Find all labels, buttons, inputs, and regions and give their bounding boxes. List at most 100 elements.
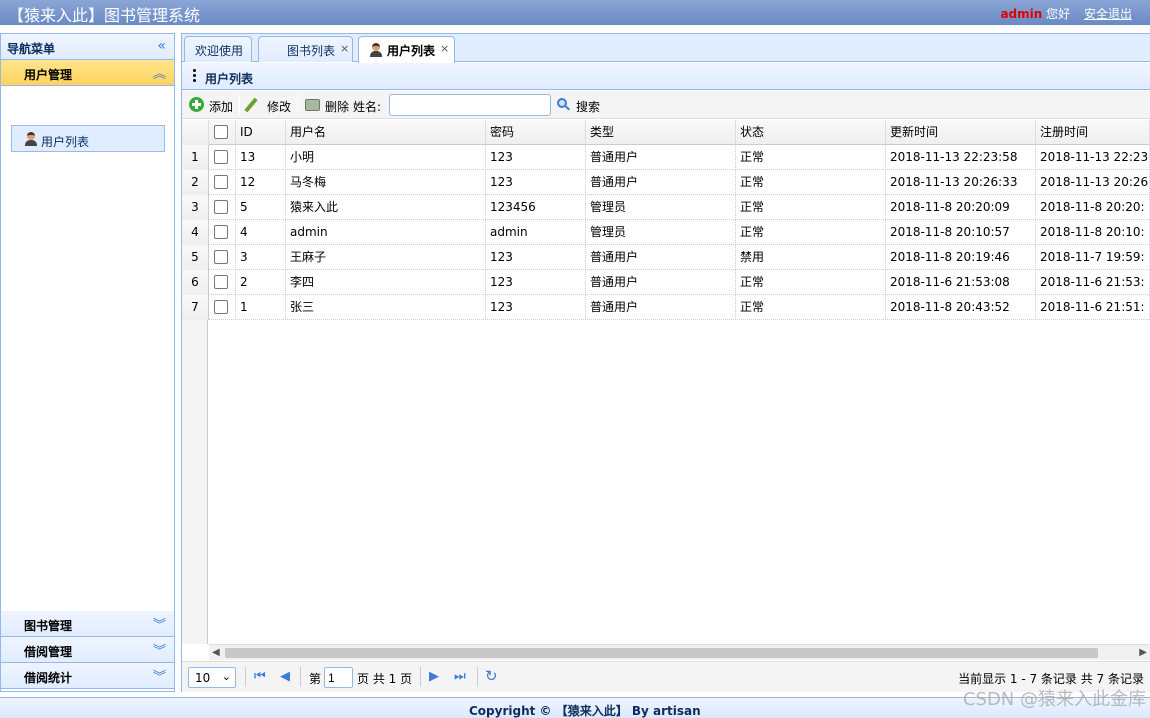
cell-updated: 2018-11-8 20:10:57 (886, 220, 1036, 245)
refresh-icon[interactable]: ↻ (485, 667, 498, 685)
row-number: 2 (182, 170, 209, 195)
edit-button[interactable]: 修改 (244, 97, 295, 115)
select-all-cell (209, 120, 236, 145)
table-row[interactable]: 1 13 小明 123 普通用户 正常 2018-11-13 22:23:58 2018-11… (182, 145, 1150, 170)
cell-status: 正常 (736, 195, 886, 220)
page-number-input[interactable] (324, 667, 353, 688)
nav-section-borrow-statistics[interactable]: 借阅统计 ︾ (1, 663, 174, 689)
column-header-username[interactable]: 用户名 (286, 120, 486, 145)
page-total-text: 页 共 1 页 (357, 672, 413, 686)
panel-title: 用户列表 (205, 72, 254, 86)
main-area: 欢迎使用 图书列表 × 用户列表 × 用户列表 添加 修改 删除 姓名: 搜索 … (181, 33, 1150, 692)
cell-type: 普通用户 (586, 145, 736, 170)
cell-registered: 2018-11-7 19:59: (1036, 245, 1150, 270)
cell-type: 管理员 (586, 220, 736, 245)
row-checkbox[interactable] (214, 299, 228, 314)
column-header-password[interactable]: 密码 (486, 120, 586, 145)
last-page-icon[interactable]: ⏭ (454, 669, 466, 684)
tab-book-list[interactable]: 图书列表 × (258, 36, 353, 62)
tab-welcome[interactable]: 欢迎使用 (184, 36, 252, 62)
delete-button[interactable]: 删除 (305, 97, 351, 115)
horizontal-scrollbar[interactable]: ◀ ▶ (209, 644, 1150, 660)
scroll-left-icon[interactable]: ◀ (212, 647, 220, 658)
table-row[interactable]: 6 2 李四 123 普通用户 正常 2018-11-6 21:53:08 2018-11-6… (182, 270, 1150, 295)
cell-password: 123 (486, 295, 586, 320)
tab-user-list[interactable]: 用户列表 × (358, 36, 455, 63)
pager-divider (477, 667, 478, 687)
name-label: 姓名: (353, 100, 382, 114)
nav-section-user-management[interactable]: 用户管理 ︽ (1, 60, 174, 86)
chevron-down-icon[interactable]: ︾ (153, 640, 166, 659)
table-row[interactable]: 2 12 马冬梅 123 普通用户 正常 2018-11-13 20:26:33 2018-1… (182, 170, 1150, 195)
first-page-icon[interactable]: ⏮ (254, 669, 266, 684)
scroll-right-icon[interactable]: ▶ (1139, 647, 1147, 658)
nav-section-label: 图书管理 (24, 619, 73, 633)
column-header-status[interactable]: 状态 (736, 120, 886, 145)
nav-header: 导航菜单 « (1, 34, 174, 60)
cell-updated: 2018-11-8 20:19:46 (886, 245, 1036, 270)
cell-id: 3 (236, 245, 286, 270)
logout-link[interactable]: 安全退出 (1084, 7, 1132, 21)
row-checkbox[interactable] (214, 224, 228, 239)
nav-section-borrow-management[interactable]: 借阅管理 ︾ (1, 637, 174, 663)
cell-status: 禁用 (736, 245, 886, 270)
cell-updated: 2018-11-6 21:53:08 (886, 270, 1036, 295)
page-size-select[interactable]: 10 ⌄ (188, 667, 236, 688)
column-header-type[interactable]: 类型 (586, 120, 736, 145)
row-checkbox[interactable] (214, 149, 228, 164)
row-select-cell (209, 145, 236, 170)
cell-status: 正常 (736, 270, 886, 295)
cell-registered: 2018-11-6 21:51: (1036, 295, 1150, 320)
cell-updated: 2018-11-13 20:26:33 (886, 170, 1036, 195)
name-search-input[interactable] (389, 94, 551, 116)
cell-username: 猿来入此 (286, 195, 486, 220)
row-select-cell (209, 270, 236, 295)
rownum-header (182, 120, 209, 145)
prev-page-icon[interactable]: ◀ (280, 669, 290, 684)
select-all-checkbox[interactable] (214, 124, 228, 139)
toolbar: 添加 修改 删除 姓名: 搜索 (182, 91, 1150, 119)
cell-username: 马冬梅 (286, 170, 486, 195)
chevron-down-icon[interactable]: ︾ (153, 666, 166, 685)
cell-id: 13 (236, 145, 286, 170)
column-header-updated[interactable]: 更新时间 (886, 120, 1036, 145)
row-number: 5 (182, 245, 209, 270)
sidebar-item-user-list[interactable]: 用户列表 (11, 125, 165, 152)
delete-button-label: 删除 (325, 100, 350, 114)
nav-section-book-management[interactable]: 图书管理 ︾ (1, 611, 174, 637)
table-row[interactable]: 3 5 猿来入此 123456 管理员 正常 2018-11-8 20:20:09 2018-… (182, 195, 1150, 220)
row-checkbox[interactable] (214, 274, 228, 289)
row-checkbox[interactable] (214, 249, 228, 264)
add-button[interactable]: 添加 (189, 97, 237, 115)
row-number: 3 (182, 195, 209, 220)
column-header-id[interactable]: ID (236, 120, 286, 145)
row-select-cell (209, 245, 236, 270)
table-row[interactable]: 5 3 王麻子 123 普通用户 禁用 2018-11-8 20:19:46 2018-11-… (182, 245, 1150, 270)
current-user-name: admin (1000, 7, 1043, 21)
collapse-left-icon[interactable]: « (157, 38, 166, 54)
cell-registered: 2018-11-6 21:53: (1036, 270, 1150, 295)
toolbar-divider (297, 95, 298, 115)
cell-password: 123 (486, 170, 586, 195)
scrollbar-thumb[interactable] (225, 648, 1098, 658)
tab-label: 图书列表 (287, 44, 336, 58)
pager-divider (300, 667, 301, 687)
cell-password: 123456 (486, 195, 586, 220)
close-icon[interactable]: × (440, 42, 449, 55)
cell-registered: 2018-11-13 20:26 (1036, 170, 1150, 195)
row-checkbox[interactable] (214, 199, 228, 214)
table-row[interactable]: 4 4 admin admin 管理员 正常 2018-11-8 20:10:57 2018-… (182, 220, 1150, 245)
cell-status: 正常 (736, 170, 886, 195)
chevron-down-icon[interactable]: ︾ (153, 614, 166, 633)
row-select-cell (209, 295, 236, 320)
chevron-up-icon[interactable]: ︽ (153, 63, 166, 82)
table-row[interactable]: 7 1 张三 123 普通用户 正常 2018-11-8 20:43:52 2018-11-6… (182, 295, 1150, 320)
row-checkbox[interactable] (214, 174, 228, 189)
tab-label: 欢迎使用 (195, 44, 244, 58)
next-page-icon[interactable]: ▶ (429, 669, 439, 684)
column-header-registered[interactable]: 注册时间 (1036, 120, 1150, 145)
app-title: 【猿来入此】图书管理系统 (8, 6, 201, 25)
cell-id: 2 (236, 270, 286, 295)
close-icon[interactable]: × (340, 42, 349, 55)
table-header: ID 用户名 密码 类型 状态 更新时间 注册时间 (182, 120, 1150, 145)
